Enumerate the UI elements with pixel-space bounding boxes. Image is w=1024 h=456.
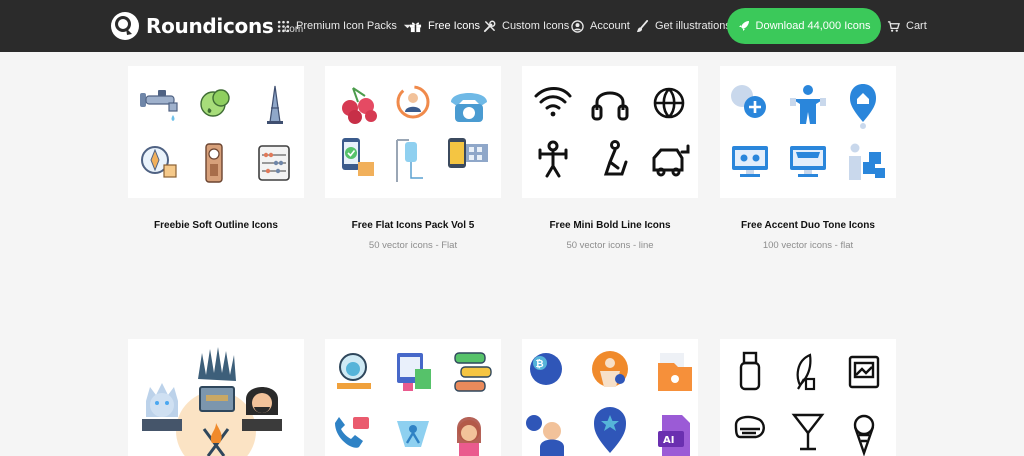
flat-vol5-preview	[342, 85, 488, 182]
roundicons-logo-icon	[111, 12, 139, 40]
wifi-icon	[534, 87, 572, 110]
pack-title[interactable]: Free Mini Bold Line Icons	[512, 220, 708, 231]
eiffel-tower-icon	[267, 85, 283, 124]
accent-duo-tone-preview	[731, 84, 885, 180]
clock-person-icon	[526, 415, 564, 456]
user-circle-icon	[571, 19, 584, 33]
raspberry-icon	[342, 87, 377, 124]
nav-custom-label: Custom Icons	[502, 20, 570, 32]
svg-text:₿: ₿	[536, 358, 544, 370]
pack-card-mini-bold-line[interactable]	[522, 66, 698, 198]
delivery-person-icon	[849, 143, 885, 180]
pack-card-flat-vol5[interactable]	[325, 66, 501, 198]
nav-illustrations-label: Get illustrations	[655, 20, 731, 32]
nav-free-icons[interactable]: Free Icons	[409, 0, 480, 52]
chat-globe-icon	[337, 353, 371, 389]
location-home-icon	[850, 84, 876, 129]
devices-icon	[397, 353, 431, 391]
pack-subtitle: 50 vector icons - line	[566, 240, 654, 251]
mini-bold-line-preview	[534, 87, 690, 178]
nav-account[interactable]: Account	[571, 0, 630, 52]
nav-account-label: Account	[590, 20, 630, 32]
add-user-icon	[731, 85, 766, 118]
steak-icon	[734, 415, 765, 439]
outline-misc-preview	[734, 351, 880, 456]
rotary-telephone-icon	[451, 93, 487, 122]
phone-check-icon	[342, 138, 374, 176]
nav-premium-label: Premium Icon Packs	[296, 20, 397, 32]
support-agent-icon	[457, 417, 481, 456]
grandfather-clock-icon	[205, 143, 223, 183]
treadmill-icon	[603, 140, 628, 176]
brush-icon	[636, 19, 649, 32]
jon-snow-icon	[242, 387, 282, 431]
gift-icon	[409, 21, 422, 32]
headphones-icon	[591, 91, 629, 121]
location-star-icon	[594, 407, 626, 453]
game-characters-preview	[142, 347, 282, 456]
wifi-dot	[550, 111, 556, 117]
faucet-icon	[140, 90, 178, 121]
pack-card-tech-round[interactable]: ₿ AI	[522, 339, 698, 456]
bitcoin-globe-icon: ₿	[530, 353, 562, 385]
phone-call-icon	[335, 417, 369, 448]
pack-card-soft-outline[interactable]	[128, 66, 304, 198]
person-circle-icon	[592, 351, 628, 387]
download-icons-button[interactable]: Download 44,000 Icons	[727, 8, 881, 44]
apple-icon	[200, 89, 230, 117]
feather-quill-icon	[796, 353, 816, 391]
nav-premium-icon-packs[interactable]: Premium Icon Packs	[277, 0, 412, 52]
cocktail-icon	[791, 413, 825, 451]
top-navigation-bar: Roundicons .com Premium Icon Packs Free …	[0, 0, 1024, 52]
rocket-icon	[738, 21, 749, 31]
ai-file-icon: AI	[658, 415, 690, 456]
pack-card-outline-misc[interactable]	[720, 339, 896, 456]
pack-card-game-characters[interactable]	[128, 339, 304, 456]
nav-cart-label: Cart	[906, 20, 927, 32]
message-bubbles-icon	[454, 352, 492, 392]
grid-icon	[277, 20, 290, 32]
pack-subtitle: 100 vector icons - flat	[762, 240, 854, 251]
pack-subtitle: 50 vector icons - Flat	[368, 240, 458, 251]
accessibility-person-icon	[790, 85, 826, 124]
usb-drive-icon	[739, 351, 761, 391]
svg-text:AI: AI	[663, 435, 674, 446]
cart-icon	[887, 20, 900, 32]
nav-get-illustrations[interactable]: Get illustrations	[636, 0, 731, 52]
weightlifter-icon	[538, 140, 568, 178]
ice-cream-icon	[853, 414, 875, 456]
iron-throne-icon	[198, 347, 236, 412]
film-roll-icon	[448, 138, 488, 168]
pack-card-accent-duo-tone[interactable]	[720, 66, 896, 198]
tools-icon	[483, 20, 496, 32]
nav-free-label: Free Icons	[428, 20, 480, 32]
hologram-person-icon	[397, 421, 429, 447]
abacus-icon	[258, 145, 290, 181]
soft-outline-preview	[140, 85, 290, 183]
customer-support-icon	[396, 85, 430, 119]
compass-icon	[141, 146, 177, 178]
iv-drip-icon	[396, 139, 423, 182]
nav-cart[interactable]: Cart	[887, 0, 927, 52]
nav-custom-icons[interactable]: Custom Icons	[483, 0, 569, 52]
communication-preview	[335, 352, 492, 456]
download-button-label: Download 44,000 Icons	[755, 20, 871, 32]
pack-card-communication[interactable]	[325, 339, 501, 456]
pack-title[interactable]: Freebie Soft Outline Icons	[118, 220, 314, 231]
pack-title[interactable]: Free Flat Icons Pack Vol 5	[315, 220, 511, 231]
tech-round-preview: ₿ AI	[526, 351, 692, 456]
electric-car-icon	[652, 144, 690, 177]
online-store-icon	[790, 146, 826, 177]
brand-name: Roundicons	[146, 14, 274, 38]
night-king-icon	[142, 383, 182, 431]
pack-title[interactable]: Free Accent Duo Tone Icons	[710, 220, 906, 231]
monitor-settings-icon	[732, 146, 768, 177]
pet-folder-icon	[658, 353, 692, 391]
roundicons-logo[interactable]: Roundicons .com	[110, 10, 303, 42]
framed-picture-icon	[848, 355, 880, 389]
globe-thermometer-icon	[653, 87, 685, 119]
